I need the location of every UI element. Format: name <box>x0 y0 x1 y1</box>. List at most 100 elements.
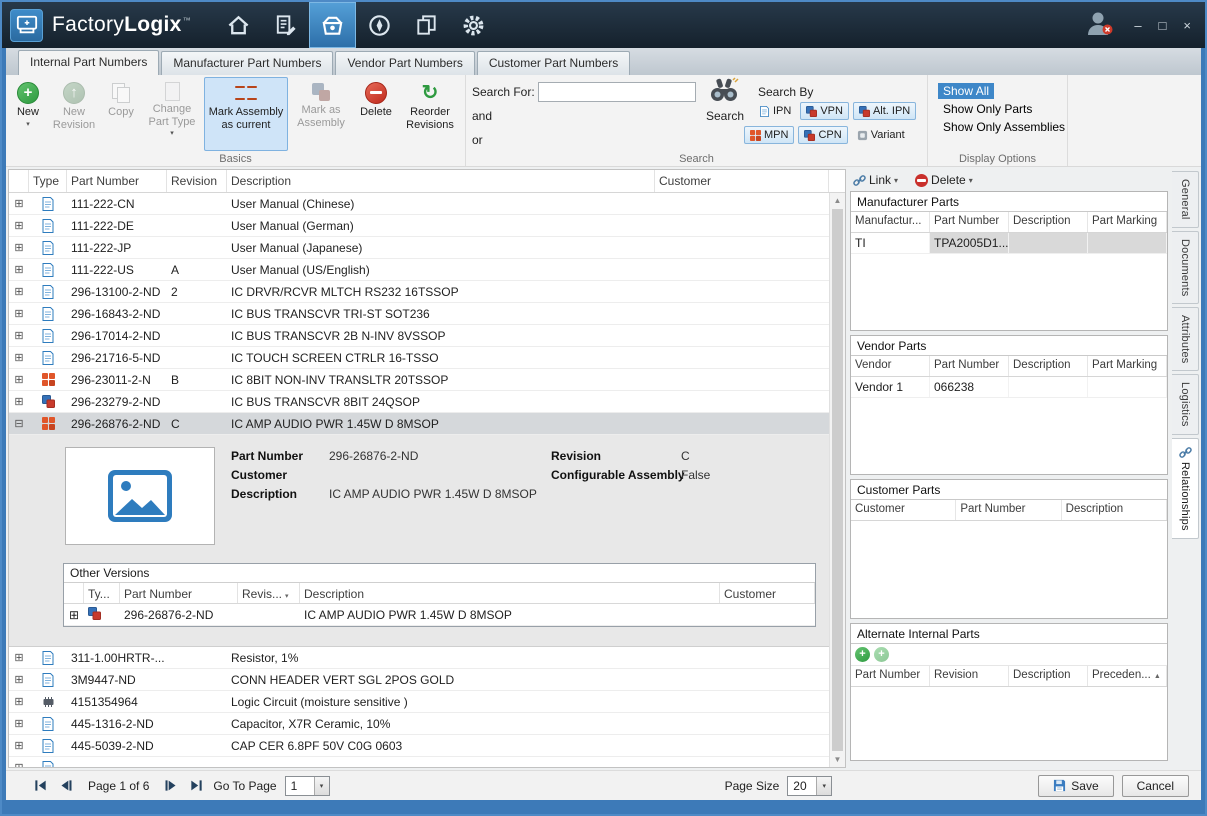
tab-customer-part-numbers[interactable]: Customer Part Numbers <box>477 51 630 75</box>
table-row[interactable]: ⊞445-1316-2-NDCapacitor, X7R Ceramic, 10… <box>9 713 829 735</box>
ov-column-header-customer[interactable]: Customer <box>720 583 815 603</box>
filter-caret-icon[interactable]: ▾ <box>285 593 289 600</box>
mark-assembly-as-current-button[interactable]: Mark Assembly as current <box>204 77 288 151</box>
column-header-part-number[interactable]: Part Number <box>67 170 167 192</box>
column-header-customer[interactable]: Customer <box>655 170 829 192</box>
column-header-type[interactable]: Type <box>29 170 67 192</box>
filter-ipn-button[interactable]: IPN <box>754 102 796 120</box>
expand-row-icon[interactable]: ⊞ <box>9 395 29 408</box>
documents-icon[interactable] <box>403 2 450 48</box>
scrollbar-thumb[interactable] <box>832 209 843 751</box>
expand-row-icon[interactable]: ⊞ <box>9 197 29 210</box>
expand-row-icon[interactable]: ⊞ <box>9 651 29 664</box>
table-row[interactable]: ⊞296-23279-2-NDIC BUS TRANSCVR 8BIT 24QS… <box>9 391 829 413</box>
table-row[interactable]: ⊞111-222-USAUser Manual (US/English) <box>9 259 829 281</box>
filter-vpn-button[interactable]: VPN <box>800 102 849 120</box>
table-row[interactable]: ⊞296-13100-2-ND2IC DRVR/RCVR MLTCH RS232… <box>9 281 829 303</box>
column-header-part-number[interactable]: Part Number <box>956 500 1061 520</box>
column-header-part-number[interactable]: Part Number <box>851 666 930 686</box>
display-option-show-only-parts[interactable]: Show Only Parts <box>938 101 1037 117</box>
minimize-button[interactable]: – <box>1134 18 1141 33</box>
table-row[interactable]: ⊞4151354964Logic Circuit (moisture sensi… <box>9 691 829 713</box>
table-row[interactable]: ⊞111-222-JPUser Manual (Japanese) <box>9 237 829 259</box>
expand-row-icon[interactable]: ⊞ <box>9 373 29 386</box>
table-row[interactable]: ⊞296-23011-2-NBIC 8BIT NON-INV TRANSLTR … <box>9 369 829 391</box>
column-header-expand[interactable] <box>9 170 29 192</box>
parts-library-icon[interactable] <box>309 2 356 48</box>
ov-column-header-part-number[interactable]: Part Number <box>120 583 238 603</box>
column-header-description[interactable]: Description <box>227 170 655 192</box>
delete-button[interactable]: Delete <box>931 173 966 187</box>
search-button[interactable]: Search <box>706 109 744 123</box>
scroll-up-icon[interactable]: ▲ <box>830 196 845 205</box>
filter-alt-ipn-button[interactable]: Alt. IPN <box>853 102 916 120</box>
expand-row-icon[interactable]: ⊞ <box>9 761 29 767</box>
table-row[interactable]: ⊟296-26876-2-NDCIC AMP AUDIO PWR 1.45W D… <box>9 413 829 435</box>
table-row[interactable]: ⊞3M9447-NDCONN HEADER VERT SGL 2POS GOLD <box>9 669 829 691</box>
column-header-revision[interactable]: Revision <box>167 170 227 192</box>
expand-row-icon[interactable]: ⊞ <box>9 285 29 298</box>
table-row[interactable]: ⊞ <box>9 757 829 767</box>
vertical-tab-general[interactable]: General <box>1172 171 1199 228</box>
table-row[interactable]: TITPA2005D1... <box>851 233 1167 254</box>
column-header-customer[interactable]: Customer <box>851 500 956 520</box>
vertical-tab-relationships[interactable]: Relationships <box>1172 438 1199 539</box>
table-row[interactable]: ⊞296-16843-2-NDIC BUS TRANSCVR TRI-ST SO… <box>9 303 829 325</box>
new-button[interactable]: +New▾ <box>10 77 46 151</box>
display-option-show-only-assemblies[interactable]: Show Only Assemblies <box>938 119 1070 135</box>
vertical-tab-logistics[interactable]: Logistics <box>1172 374 1199 435</box>
next-page-button[interactable] <box>163 777 180 794</box>
search-binoculars-icon[interactable] <box>709 77 739 108</box>
table-row[interactable]: ⊞445-5039-2-NDCAP CER 6.8PF 50V C0G 0603 <box>9 735 829 757</box>
search-input[interactable] <box>538 82 696 102</box>
table-row[interactable]: ⊞311-1.00HRTR-...Resistor, 1% <box>9 647 829 669</box>
link-dropdown-caret-icon[interactable]: ▾ <box>894 176 898 185</box>
vertical-scrollbar[interactable]: ▲ ▼ <box>829 193 845 767</box>
column-header-part-marking[interactable]: Part Marking <box>1088 356 1167 376</box>
column-header-part-number[interactable]: Part Number <box>930 356 1009 376</box>
user-account-icon[interactable] <box>1086 10 1114 41</box>
expand-row-icon[interactable]: ⊞ <box>9 329 29 342</box>
table-row[interactable]: Vendor 1066238 <box>851 377 1167 398</box>
link-button[interactable]: Link <box>869 173 891 187</box>
first-page-button[interactable] <box>32 777 49 794</box>
filter-cpn-button[interactable]: CPN <box>798 126 847 144</box>
expand-row-icon[interactable]: ⊞ <box>9 307 29 320</box>
column-header-revision[interactable]: Revision <box>930 666 1009 686</box>
cancel-button[interactable]: Cancel <box>1122 775 1189 797</box>
ov-column-header-expand[interactable] <box>64 583 84 603</box>
column-header-description[interactable]: Description <box>1062 500 1167 520</box>
expand-row-icon[interactable]: ⊞ <box>9 695 29 708</box>
expand-row-icon[interactable]: ⊞ <box>9 241 29 254</box>
column-header-preceden[interactable]: Preceden...▲ <box>1088 666 1167 686</box>
vertical-tab-attributes[interactable]: Attributes <box>1172 307 1199 371</box>
expand-row-icon[interactable]: ⊞ <box>9 351 29 364</box>
save-button[interactable]: Save <box>1038 775 1113 797</box>
vertical-tab-documents[interactable]: Documents <box>1172 231 1199 304</box>
maximize-button[interactable]: □ <box>1159 18 1167 33</box>
close-button[interactable]: × <box>1183 18 1191 33</box>
reorder-revisions-button[interactable]: ↻Reorder Revisions <box>399 77 461 151</box>
table-row[interactable]: ⊞296-26876-2-NDIC AMP AUDIO PWR 1.45W D … <box>64 604 815 626</box>
ov-column-header-ty[interactable]: Ty... <box>84 583 120 603</box>
column-header-description[interactable]: Description <box>1009 666 1088 686</box>
ov-column-header-description[interactable]: Description <box>300 583 720 603</box>
column-header-description[interactable]: Description <box>1009 356 1088 376</box>
expand-row-icon[interactable]: ⊞ <box>64 608 84 622</box>
navigation-compass-icon[interactable] <box>356 2 403 48</box>
tab-internal-part-numbers[interactable]: Internal Part Numbers <box>18 50 159 75</box>
table-row[interactable]: ⊞296-21716-5-NDIC TOUCH SCREEN CTRLR 16-… <box>9 347 829 369</box>
production-clipboard-icon[interactable] <box>262 2 309 48</box>
tab-vendor-part-numbers[interactable]: Vendor Part Numbers <box>335 51 474 75</box>
filter-mpn-button[interactable]: MPN <box>744 126 794 144</box>
settings-gear-icon[interactable] <box>450 2 497 48</box>
add-alternate-part-button[interactable]: + <box>855 647 870 662</box>
expand-row-icon[interactable]: ⊞ <box>9 673 29 686</box>
delete-button[interactable]: Delete <box>354 77 398 151</box>
expand-row-icon[interactable]: ⊞ <box>9 717 29 730</box>
delete-dropdown-caret-icon[interactable]: ▾ <box>969 176 973 185</box>
page-size-select[interactable]: 20 ▾ <box>787 776 832 796</box>
home-icon[interactable] <box>215 2 262 48</box>
expand-row-icon[interactable]: ⊞ <box>9 739 29 752</box>
last-page-button[interactable] <box>188 777 205 794</box>
